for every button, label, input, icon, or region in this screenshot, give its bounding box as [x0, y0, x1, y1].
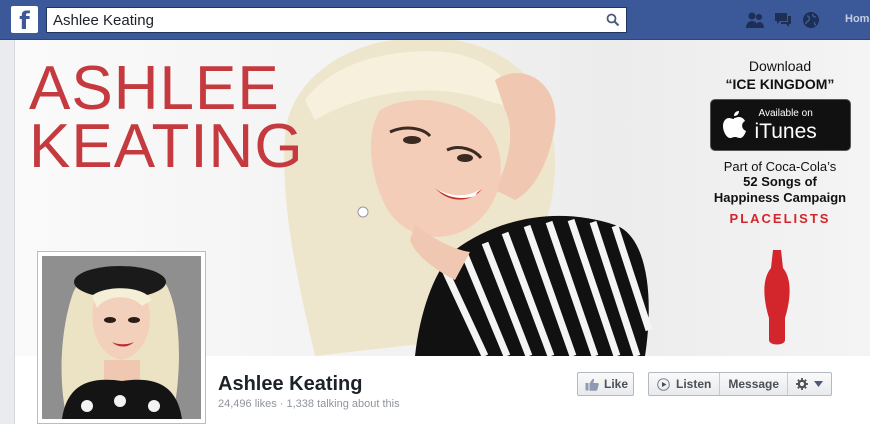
gear-icon	[796, 378, 809, 390]
messages-button[interactable]	[772, 9, 794, 31]
settings-dropdown-button[interactable]	[788, 373, 831, 395]
artist-logo: ASHLEE KEATING	[29, 58, 304, 178]
itunes-promo: Download “ICE KINGDOM” Available on iTun…	[705, 58, 855, 226]
profile-photo-illustration	[42, 256, 201, 419]
itunes-badge-small-text: Available on	[758, 107, 813, 119]
page-actions-group: Listen Message	[648, 372, 833, 396]
play-icon	[657, 377, 670, 391]
listen-button-label: Listen	[676, 377, 712, 391]
promo-campaign-line2: Happiness Campaign	[713, 190, 847, 206]
promo-download-text: Download	[748, 58, 812, 74]
promo-campaign-line1: 52 Songs of	[743, 174, 817, 189]
artist-logo-line1: ASHLEE	[29, 54, 280, 123]
promo-part-of-text: Part of Coca-Cola’s	[723, 159, 837, 174]
like-thumb-icon	[585, 378, 599, 391]
page-stats: 24,496 likes · 1,338 talking about this	[218, 398, 400, 410]
facebook-logo-icon[interactable]: f	[11, 6, 38, 35]
notification-jewels	[744, 9, 822, 31]
friend-requests-icon	[746, 12, 764, 28]
itunes-badge-big-text: iTunes	[754, 119, 817, 143]
itunes-badge[interactable]: Available on iTunes	[709, 99, 851, 151]
listen-button[interactable]: Listen	[649, 373, 721, 395]
search-button[interactable]	[600, 8, 626, 32]
profile-picture[interactable]	[37, 251, 206, 424]
artist-logo-line2: KEATING	[29, 112, 304, 181]
promo-song-title: “ICE KINGDOM”	[725, 76, 835, 92]
top-navigation-bar: f Home	[0, 0, 870, 40]
friend-requests-button[interactable]	[744, 9, 766, 31]
notifications-globe-icon	[803, 12, 819, 28]
placelists-logo: PLACELISTS	[729, 210, 831, 226]
messages-icon	[775, 13, 791, 27]
message-button[interactable]: Message	[720, 373, 789, 395]
home-link[interactable]: Home	[845, 13, 870, 25]
like-button-label: Like	[604, 377, 629, 391]
search-box	[46, 7, 627, 33]
message-button-label: Message	[728, 377, 780, 391]
apple-icon	[722, 111, 746, 138]
page-title[interactable]: Ashlee Keating	[218, 373, 362, 396]
profile-picture-image	[42, 256, 201, 419]
search-input[interactable]	[47, 8, 600, 32]
like-button[interactable]: Like	[577, 372, 634, 396]
caret-down-icon	[814, 381, 824, 387]
search-icon	[606, 13, 620, 27]
notifications-button[interactable]	[800, 9, 822, 31]
